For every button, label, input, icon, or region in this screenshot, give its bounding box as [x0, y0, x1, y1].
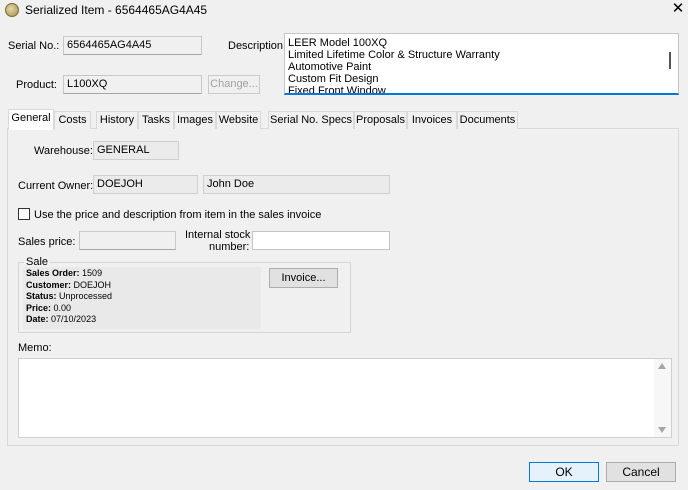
- tab-website[interactable]: Website: [216, 111, 261, 129]
- memo-scrollbar[interactable]: [654, 359, 671, 437]
- status-value: Unprocessed: [59, 291, 113, 301]
- description-line: Fixed Front Window: [288, 85, 386, 95]
- window-title: Serialized Item - 6564465AG4A45: [25, 3, 208, 17]
- status-line: Status: Unprocessed: [26, 291, 258, 303]
- sales-order-label: Sales Order:: [26, 268, 80, 278]
- price-line: Price: 0.00: [26, 303, 258, 315]
- serial-number-field[interactable]: 6564465AG4A45: [63, 36, 202, 55]
- customer-line: Customer: DOEJOH: [26, 280, 258, 292]
- warehouse-field[interactable]: GENERAL: [93, 141, 179, 160]
- tab-invoices[interactable]: Invoices: [407, 111, 457, 129]
- description-line: Custom Fit Design: [288, 73, 379, 85]
- internal-stock-input[interactable]: [252, 231, 390, 250]
- description-scrollbar[interactable]: [669, 52, 671, 69]
- description-line: Limited Lifetime Color & Structure Warra…: [288, 49, 500, 61]
- tab-history[interactable]: History: [96, 111, 138, 129]
- internal-stock-label: Internal stock: [185, 229, 251, 241]
- date-line: Date: 07/10/2023: [26, 314, 258, 326]
- current-owner-label: Current Owner:: [18, 180, 94, 192]
- status-label: Status:: [26, 291, 57, 301]
- ok-button[interactable]: OK: [529, 462, 599, 482]
- sales-price-field[interactable]: [79, 231, 176, 250]
- serial-label: Serial No.:: [8, 40, 60, 52]
- scroll-down-icon[interactable]: [658, 427, 666, 433]
- tab-serial-no-specs[interactable]: Serial No. Specs: [268, 111, 354, 129]
- app-icon: [5, 3, 19, 17]
- tab-costs[interactable]: Costs: [54, 111, 91, 129]
- tab-tasks[interactable]: Tasks: [138, 111, 174, 129]
- tab-proposals[interactable]: Proposals: [354, 111, 407, 129]
- sale-info-panel: Sales Order: 1509 Customer: DOEJOH Statu…: [23, 267, 261, 329]
- scroll-up-icon[interactable]: [658, 363, 666, 369]
- description-line: LEER Model 100XQ: [288, 37, 388, 49]
- tab-documents[interactable]: Documents: [457, 111, 518, 129]
- date-label: Date:: [26, 314, 49, 324]
- use-price-checkbox[interactable]: [18, 208, 30, 220]
- description-line: Automotive Paint: [288, 61, 372, 73]
- use-price-checkbox-label: Use the price and description from item …: [34, 209, 322, 221]
- tab-general[interactable]: General: [8, 109, 54, 130]
- cancel-button[interactable]: Cancel: [606, 462, 676, 482]
- sales-order-value: 1509: [82, 268, 103, 278]
- warehouse-label: Warehouse:: [34, 145, 93, 157]
- product-field[interactable]: L100XQ: [63, 75, 202, 94]
- internal-stock-label-line2: number:: [209, 241, 250, 253]
- sale-order-line: Sales Order: 1509: [26, 268, 258, 280]
- memo-textarea[interactable]: [18, 358, 672, 438]
- memo-label: Memo:: [18, 342, 52, 354]
- price-label: Price:: [26, 302, 52, 313]
- sales-price-label: Sales price:: [18, 236, 76, 248]
- price-value: 0.00: [53, 302, 72, 313]
- customer-value: DOEJOH: [73, 279, 112, 290]
- product-label: Product:: [16, 79, 57, 91]
- invoice-button[interactable]: Invoice...: [269, 268, 338, 288]
- description-textarea[interactable]: LEER Model 100XQ Limited Lifetime Color …: [284, 33, 679, 95]
- owner-code-field[interactable]: DOEJOH: [93, 175, 198, 194]
- description-label: Description:: [228, 40, 287, 52]
- tab-images[interactable]: Images: [174, 111, 216, 129]
- date-value: 07/10/2023: [51, 314, 97, 324]
- owner-name-field[interactable]: John Doe: [203, 175, 390, 194]
- close-icon[interactable]: ✕: [670, 1, 686, 17]
- customer-label: Customer:: [26, 279, 72, 290]
- change-product-button[interactable]: Change...: [208, 75, 260, 94]
